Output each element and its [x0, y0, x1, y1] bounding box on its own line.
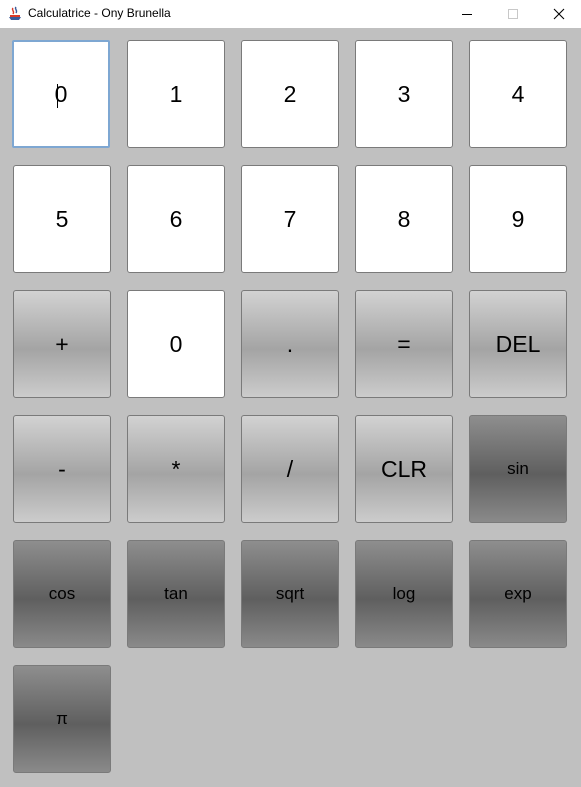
- title-bar[interactable]: Calculatrice - Ony Brunella: [0, 0, 581, 28]
- maximize-button[interactable]: [490, 0, 536, 28]
- key-8[interactable]: 8: [355, 165, 453, 273]
- key-clear[interactable]: CLR: [355, 415, 453, 523]
- key-decimal-point[interactable]: .: [241, 290, 339, 398]
- key-label: π: [56, 709, 68, 728]
- key-label: 6: [169, 205, 183, 232]
- key-3[interactable]: 3: [355, 40, 453, 148]
- minimize-button[interactable]: [444, 0, 490, 28]
- key-label: exp: [504, 584, 532, 603]
- key-label: 2: [283, 80, 297, 107]
- key-1[interactable]: 1: [127, 40, 225, 148]
- key-label: 9: [511, 205, 525, 232]
- key-divide[interactable]: /: [241, 415, 339, 523]
- key-label: =: [397, 330, 411, 357]
- key-label: tan: [164, 584, 188, 603]
- key-label: sin: [507, 459, 529, 478]
- key-label: /: [286, 455, 294, 482]
- key-label: 8: [397, 205, 411, 232]
- keypad: 0 1 2 3 4 5 6 7 8 9 + 0 . = DEL - * / CL…: [0, 28, 581, 787]
- key-minus[interactable]: -: [13, 415, 111, 523]
- key-log[interactable]: log: [355, 540, 453, 648]
- key-label: 0: [169, 330, 183, 357]
- key-sqrt[interactable]: sqrt: [241, 540, 339, 648]
- key-tan[interactable]: tan: [127, 540, 225, 648]
- key-0[interactable]: 0: [127, 290, 225, 398]
- key-6[interactable]: 6: [127, 165, 225, 273]
- key-5[interactable]: 5: [13, 165, 111, 273]
- key-4[interactable]: 4: [469, 40, 567, 148]
- key-9[interactable]: 9: [469, 165, 567, 273]
- key-label: 7: [283, 205, 297, 232]
- key-label: *: [171, 455, 181, 482]
- minimize-icon: [462, 14, 472, 15]
- key-label: sqrt: [275, 584, 305, 603]
- key-label: +: [55, 330, 69, 357]
- key-label: cos: [48, 584, 76, 603]
- key-0-top[interactable]: 0: [12, 40, 110, 148]
- key-label: 4: [511, 80, 525, 107]
- key-pi[interactable]: π: [13, 665, 111, 773]
- close-icon: [553, 8, 565, 20]
- key-exp[interactable]: exp: [469, 540, 567, 648]
- text-caret: [57, 84, 58, 108]
- key-label: -: [58, 455, 66, 482]
- key-label: 3: [397, 80, 411, 107]
- key-label: 5: [55, 205, 69, 232]
- java-app-icon: [7, 5, 23, 21]
- key-delete[interactable]: DEL: [469, 290, 567, 398]
- key-multiply[interactable]: *: [127, 415, 225, 523]
- key-cos[interactable]: cos: [13, 540, 111, 648]
- window-title: Calculatrice - Ony Brunella: [28, 6, 171, 20]
- key-label: log: [392, 584, 416, 603]
- key-sin[interactable]: sin: [469, 415, 567, 523]
- key-label: 1: [169, 80, 183, 107]
- key-label: DEL: [495, 330, 541, 357]
- maximize-icon: [508, 9, 518, 19]
- key-plus[interactable]: +: [13, 290, 111, 398]
- close-button[interactable]: [536, 0, 581, 28]
- key-label: .: [286, 330, 294, 357]
- key-2[interactable]: 2: [241, 40, 339, 148]
- key-label: CLR: [380, 455, 427, 482]
- key-7[interactable]: 7: [241, 165, 339, 273]
- key-equals[interactable]: =: [355, 290, 453, 398]
